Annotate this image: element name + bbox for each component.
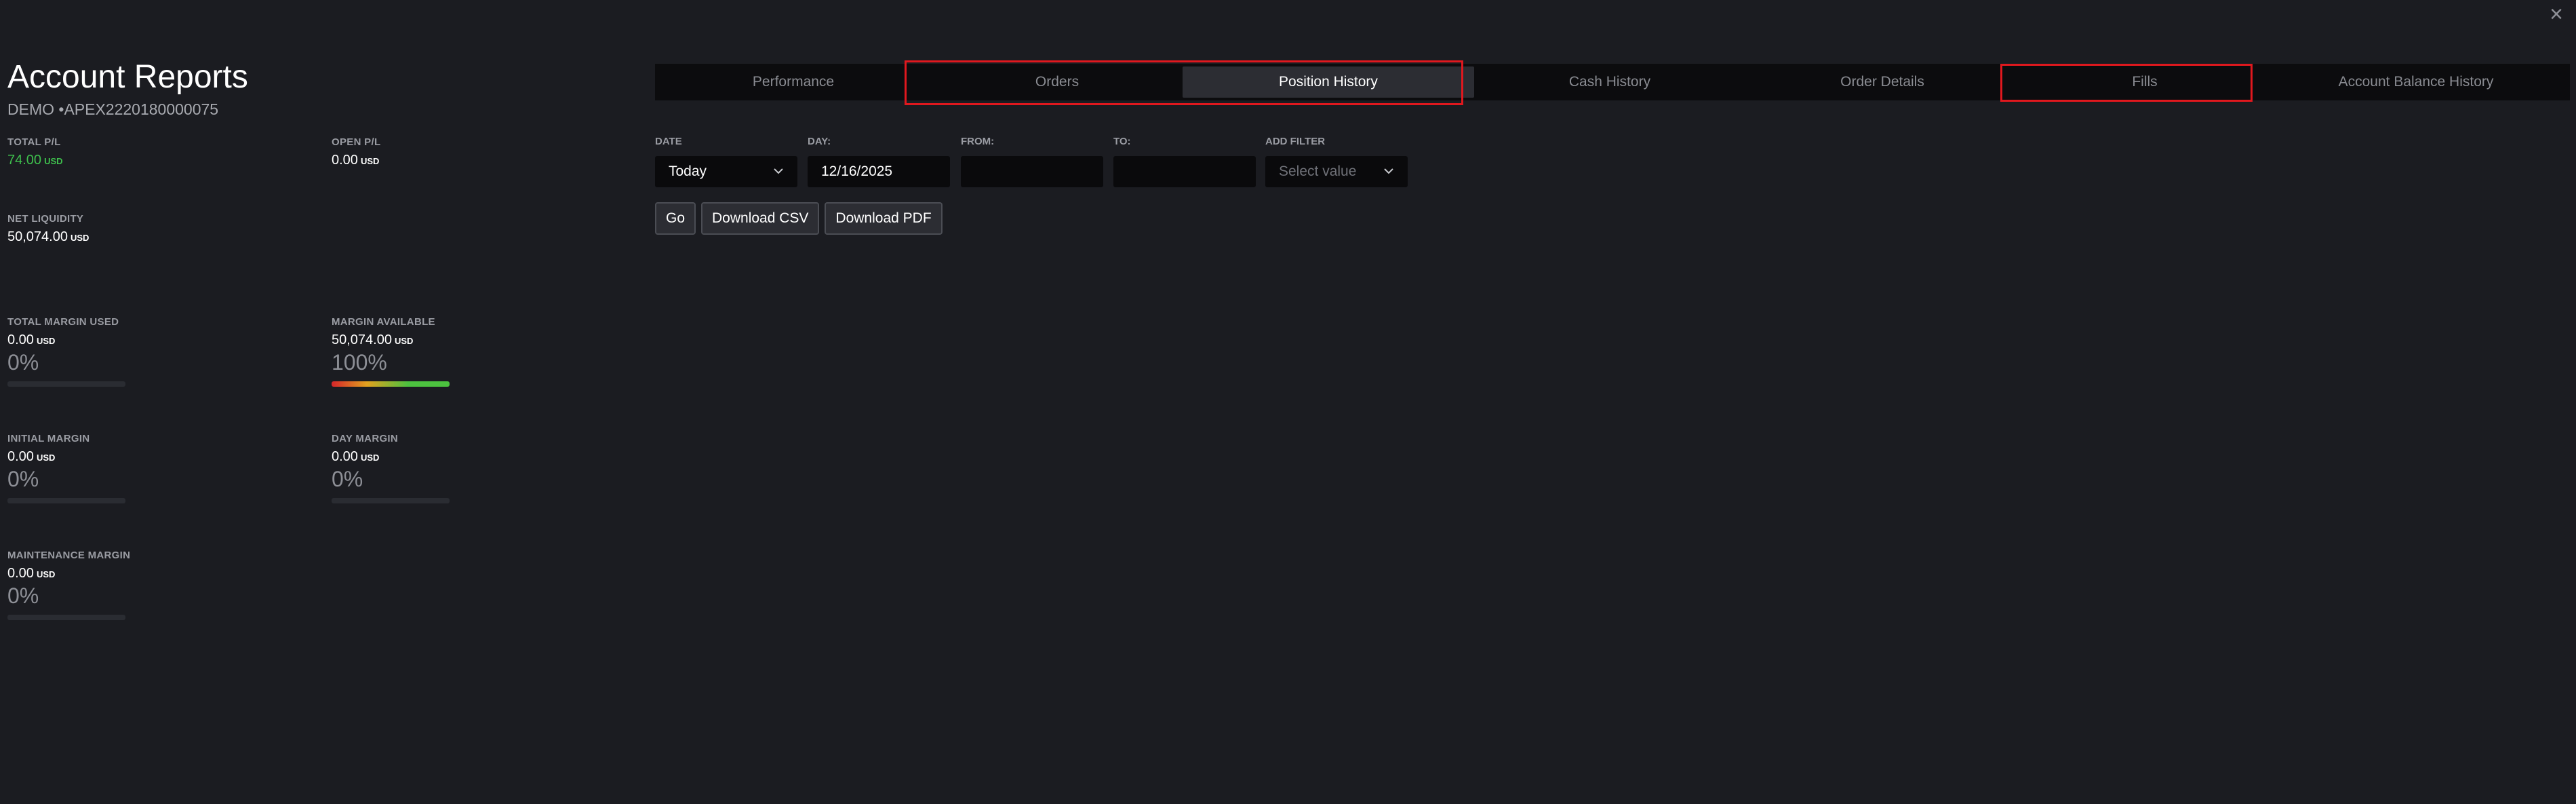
- metric-value: 0.00 USD: [332, 153, 380, 168]
- close-icon[interactable]: ×: [2545, 3, 2568, 26]
- tab-position-history[interactable]: Position History: [1183, 66, 1474, 98]
- add-filter-select[interactable]: Select value: [1265, 156, 1408, 187]
- metric-total-margin-used: TOTAL MARGIN USED 0.00 USD 0%: [7, 316, 252, 387]
- metric-total-pl: TOTAL P/L 74.00 USD: [7, 136, 252, 170]
- from-label: FROM:: [961, 136, 995, 147]
- progress-bar: [332, 381, 450, 387]
- download-pdf-button[interactable]: Download PDF: [825, 202, 943, 235]
- metric-label: INITIAL MARGIN: [7, 433, 90, 444]
- progress-bar: [7, 381, 125, 387]
- metric-label: TOTAL MARGIN USED: [7, 316, 119, 328]
- metric-maintenance-margin: MAINTENANCE MARGIN 0.00 USD 0%: [7, 550, 252, 620]
- metric-percent: 0%: [7, 583, 39, 608]
- metric-value: 0.00 USD: [7, 566, 56, 581]
- tab-cash-history[interactable]: Cash History: [1474, 66, 1745, 98]
- progress-bar: [7, 615, 125, 620]
- metric-value: 74.00 USD: [7, 153, 63, 168]
- to-label: TO:: [1113, 136, 1131, 147]
- metric-percent: 0%: [7, 350, 39, 375]
- chevron-down-icon: [1384, 168, 1393, 174]
- tab-account-balance-history[interactable]: Account Balance History: [2270, 66, 2562, 98]
- tab-fills[interactable]: Fills: [2019, 66, 2270, 98]
- metric-percent: 0%: [332, 467, 363, 491]
- metric-margin-available: MARGIN AVAILABLE 50,074.00 USD 100%: [332, 316, 576, 387]
- metric-value: 0.00 USD: [7, 449, 56, 464]
- page-title: Account Reports: [7, 59, 248, 95]
- metric-label: MARGIN AVAILABLE: [332, 316, 435, 328]
- metric-value: 0.00 USD: [7, 332, 56, 347]
- to-filter: TO:: [1113, 136, 1256, 187]
- add-filter: ADD FILTER Select value: [1265, 136, 1408, 187]
- metric-value: 0.00 USD: [332, 449, 380, 464]
- day-filter: DAY: 12/16/2025: [808, 136, 950, 187]
- progress-bar: [7, 498, 125, 503]
- metric-open-pl: OPEN P/L 0.00 USD: [332, 136, 576, 170]
- metric-label: MAINTENANCE MARGIN: [7, 550, 131, 561]
- go-button[interactable]: Go: [655, 202, 696, 235]
- metric-label: DAY MARGIN: [332, 433, 399, 444]
- from-filter: FROM:: [961, 136, 1103, 187]
- metric-label: NET LIQUIDITY: [7, 213, 84, 225]
- download-csv-button[interactable]: Download CSV: [701, 202, 820, 235]
- tab-orders[interactable]: Orders: [932, 66, 1183, 98]
- chevron-down-icon: [774, 168, 783, 174]
- from-input[interactable]: [961, 156, 1103, 187]
- tab-order-details[interactable]: Order Details: [1745, 66, 2019, 98]
- date-label: DATE: [655, 136, 682, 147]
- metric-label: OPEN P/L: [332, 136, 381, 148]
- metric-percent: 0%: [7, 467, 39, 491]
- metric-percent: 100%: [332, 350, 387, 375]
- metric-value: 50,074.00 USD: [7, 229, 90, 244]
- report-actions: Go Download CSV Download PDF: [655, 202, 943, 235]
- metric-day-margin: DAY MARGIN 0.00 USD 0%: [332, 433, 576, 503]
- metric-value: 50,074.00 USD: [332, 332, 414, 347]
- account-summary-panel: Account Reports DEMO •APEX2220180000075: [7, 58, 618, 119]
- account-id: DEMO •APEX2220180000075: [7, 100, 219, 118]
- date-select[interactable]: Today: [655, 156, 797, 187]
- metric-label: TOTAL P/L: [7, 136, 61, 148]
- tab-performance[interactable]: Performance: [655, 66, 932, 98]
- day-input[interactable]: 12/16/2025: [808, 156, 950, 187]
- to-input[interactable]: [1113, 156, 1256, 187]
- progress-bar: [332, 498, 450, 503]
- metric-net-liquidity: NET LIQUIDITY 50,074.00 USD: [7, 213, 252, 247]
- day-label: DAY:: [808, 136, 831, 147]
- date-filter: DATE Today: [655, 136, 797, 187]
- report-tabs: Performance Orders Position History Cash…: [655, 64, 2570, 100]
- add-filter-label: ADD FILTER: [1265, 136, 1326, 147]
- metric-initial-margin: INITIAL MARGIN 0.00 USD 0%: [7, 433, 252, 503]
